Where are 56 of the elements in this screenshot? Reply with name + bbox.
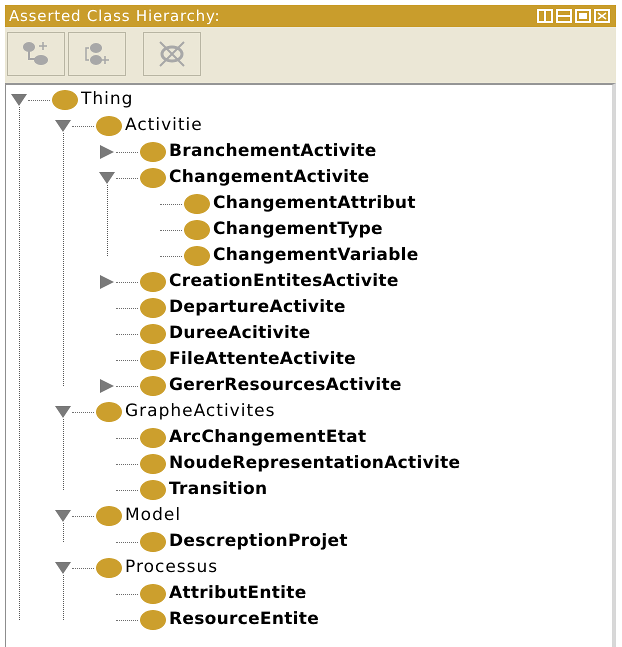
- split-vertical-icon[interactable]: [537, 9, 553, 23]
- class-icon: [140, 350, 166, 370]
- class-icon: [140, 532, 166, 552]
- class-icon: [140, 324, 166, 344]
- class-icon: [96, 558, 122, 578]
- class-label[interactable]: GererResourcesActivite: [169, 373, 402, 399]
- split-horizontal-icon[interactable]: [556, 9, 572, 23]
- class-icon: [52, 90, 78, 110]
- class-icon: [140, 480, 166, 500]
- class-icon: [184, 194, 210, 214]
- expanded-arrow-icon[interactable]: [55, 120, 71, 132]
- expanded-arrow-icon[interactable]: [55, 562, 71, 574]
- class-icon: [96, 116, 122, 136]
- class-label[interactable]: NoudeRepresentationActivite: [169, 451, 460, 477]
- class-icon: [140, 168, 166, 188]
- class-icon: [140, 610, 166, 630]
- class-icon: [140, 298, 166, 318]
- class-label[interactable]: ChangementVariable: [213, 243, 419, 269]
- close-icon[interactable]: [594, 9, 610, 23]
- class-label[interactable]: Model: [125, 503, 182, 529]
- class-label[interactable]: Transition: [169, 477, 268, 503]
- class-label[interactable]: ChangementActivite: [169, 165, 370, 191]
- class-icon: [140, 454, 166, 474]
- class-label[interactable]: ResourceEntite: [169, 607, 320, 633]
- class-icon: [96, 402, 122, 422]
- class-icon: [140, 584, 166, 604]
- class-label[interactable]: Thing: [81, 87, 134, 113]
- collapsed-arrow-icon[interactable]: [100, 275, 114, 289]
- class-label[interactable]: BranchementActivite: [169, 139, 377, 165]
- class-label[interactable]: ArcChangementEtat: [169, 425, 366, 451]
- class-label[interactable]: AttributEntite: [169, 581, 307, 607]
- class-icon: [140, 272, 166, 292]
- class-icon: [96, 506, 122, 526]
- class-label[interactable]: DepartureActivite: [169, 295, 346, 321]
- class-icon: [184, 220, 210, 240]
- class-label[interactable]: DescreptionProjet: [169, 529, 348, 555]
- class-label[interactable]: Activitie: [125, 113, 203, 139]
- class-label[interactable]: ChangementType: [213, 217, 383, 243]
- maximize-icon[interactable]: [575, 9, 591, 23]
- expanded-arrow-icon[interactable]: [55, 406, 71, 418]
- class-icon: [140, 376, 166, 396]
- class-label[interactable]: ChangementAttribut: [213, 191, 416, 217]
- class-label[interactable]: CreationEntitesActivite: [169, 269, 399, 295]
- class-label[interactable]: GrapheActivites: [125, 399, 276, 425]
- panel-title: Asserted Class Hierarchy:: [9, 6, 220, 27]
- expanded-arrow-icon[interactable]: [55, 510, 71, 522]
- collapsed-arrow-icon[interactable]: [100, 145, 114, 159]
- class-icon: [140, 142, 166, 162]
- expanded-arrow-icon[interactable]: [11, 94, 27, 106]
- class-label[interactable]: Processus: [125, 555, 218, 581]
- class-label[interactable]: FileAttenteActivite: [169, 347, 356, 373]
- class-label[interactable]: DureeAcitivite: [169, 321, 310, 347]
- collapsed-arrow-icon[interactable]: [100, 379, 114, 393]
- class-icon: [184, 246, 210, 266]
- expanded-arrow-icon[interactable]: [99, 172, 115, 184]
- class-icon: [140, 428, 166, 448]
